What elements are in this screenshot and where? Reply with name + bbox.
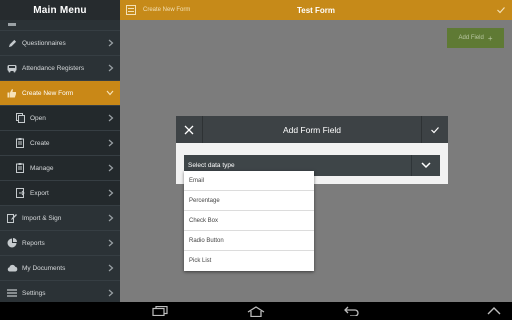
sidebar-item-label: Import & Sign [22,214,62,222]
sidebar-item-label: Settings [22,289,46,297]
sidebar-item-label: My Documents [22,264,66,272]
bus-icon [6,62,18,74]
dialog-header: Add Form Field [176,116,448,143]
home-icon [247,305,265,317]
check-icon[interactable] [496,5,506,15]
dropdown-option-percentage[interactable]: Percentage [184,191,314,211]
close-icon [184,125,194,134]
export-icon [14,187,26,199]
back-icon [344,306,359,316]
sidebar-item-label: Manage [30,164,54,172]
breadcrumb[interactable]: Create New Form [143,7,190,13]
sidebar-header: Main Menu [0,0,120,20]
add-field-label: Add Field [458,35,484,41]
pencil-icon [6,37,18,49]
chevron-right-icon [108,139,114,147]
copy-icon [14,112,26,124]
chevron-right-icon [108,289,114,297]
system-navigation-bar [0,302,512,320]
chevron-right-icon [108,39,114,47]
chevron-right-icon [108,239,114,247]
dialog-title: Add Form Field [282,124,342,135]
dropdown-toggle[interactable] [411,155,440,176]
chevron-right-icon [108,264,114,272]
menu-icon [6,287,18,299]
sidebar-item-reports[interactable]: Reports [0,231,120,256]
close-button[interactable] [176,116,203,143]
bus-icon [6,19,18,31]
chevron-down-icon [421,162,431,169]
sidebar-item-import-sign[interactable]: Import & Sign [0,206,120,231]
pie-chart-icon [6,237,18,249]
chevron-down-icon [106,90,114,96]
home-button[interactable] [244,304,268,318]
dropdown-option-radio-button[interactable]: Radio Button [184,231,314,251]
chevron-right-icon [108,64,114,72]
sidebar-item-label: Attendance Registers [22,64,85,72]
sidebar-item-label: Export [30,189,49,197]
top-bar: Create New Form Test Form [120,0,512,20]
chevron-right-icon [108,164,114,172]
data-type-dropdown-list: Email Percentage Check Box Radio Button … [184,171,314,271]
sidebar-item-label: Reports [22,239,45,247]
sidebar-item-label: Create [30,139,50,147]
chevron-right-icon [108,114,114,122]
sidebar-subitem-create[interactable]: Create [0,131,120,156]
sidebar-subitem-export[interactable]: Export [0,181,120,206]
sidebar-item-partial[interactable] [0,20,120,31]
clipboard-icon [14,162,26,174]
dropdown-option-check-box[interactable]: Check Box [184,211,314,231]
clipboard-icon [14,137,26,149]
sidebar-item-questionnaires[interactable]: Questionnaires [0,31,120,56]
sidebar-item-my-documents[interactable]: My Documents [0,256,120,281]
form-icon[interactable] [125,4,137,16]
plus-icon: + [487,33,493,43]
sidebar-item-label: Open [30,114,46,122]
back-button[interactable] [340,304,364,318]
recent-apps-button[interactable] [148,304,172,318]
sidebar-item-label: Questionnaires [22,39,66,47]
chevron-right-icon [108,189,114,197]
sidebar-item-attendance-registers[interactable]: Attendance Registers [0,56,120,81]
sidebar: Main Menu Questionnaires Attendance Regi… [0,0,120,306]
cloud-icon [6,262,18,274]
dropdown-option-email[interactable]: Email [184,171,314,191]
thumbs-up-icon [6,87,18,99]
sidebar-item-create-new-form[interactable]: Create New Form [0,81,120,106]
menu-button[interactable] [482,304,506,318]
check-icon [431,126,439,133]
chevron-right-icon [108,214,114,222]
sidebar-subitem-open[interactable]: Open [0,106,120,131]
confirm-button[interactable] [421,116,448,143]
recent-apps-icon [152,306,168,316]
chevron-up-icon [487,307,501,315]
sidebar-subitem-manage[interactable]: Manage [0,156,120,181]
add-field-button[interactable]: Add Field + [447,28,504,48]
dropdown-option-pick-list[interactable]: Pick List [184,251,314,271]
pencil-icon [6,212,18,224]
